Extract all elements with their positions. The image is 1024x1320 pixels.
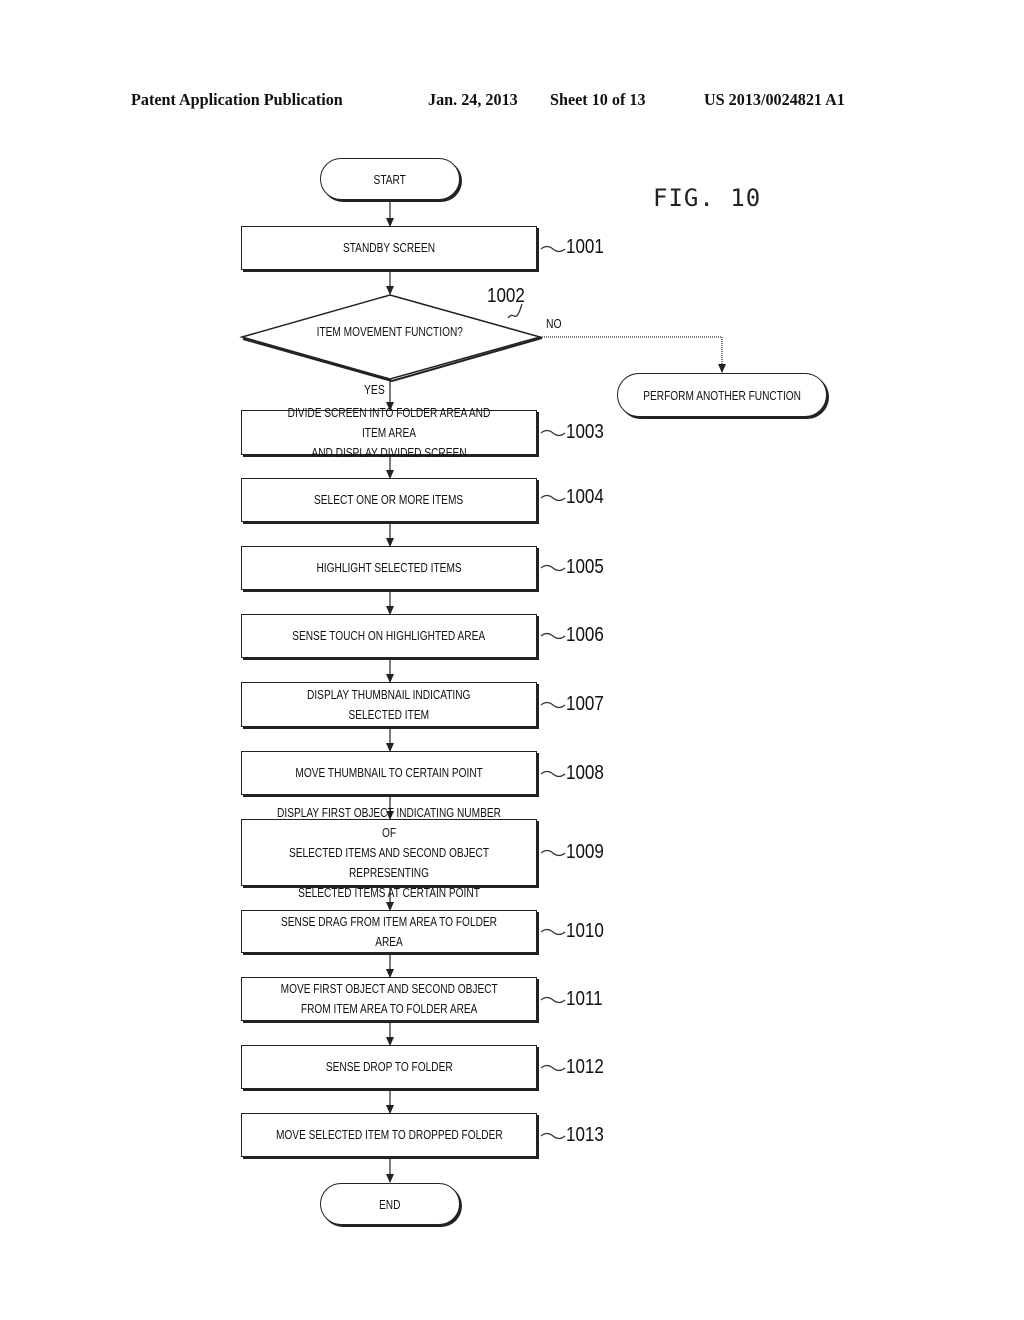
step-1008: MOVE THUMBNAIL TO CERTAIN POINT — [241, 751, 537, 795]
step-ref-1011: 1011 — [566, 988, 603, 1010]
arrowhead — [718, 364, 726, 373]
perform-another-function-terminal: PERFORM ANOTHER FUNCTION — [617, 373, 827, 417]
step-ref-1002: 1002 — [487, 285, 525, 307]
end-terminal: END — [320, 1183, 460, 1225]
leader-1005 — [540, 564, 566, 572]
step-1009: DISPLAY FIRST OBJECT INDICATING NUMBER O… — [241, 805, 537, 900]
step-1001: STANDBY SCREEN — [241, 226, 537, 270]
step-1007: DISPLAY THUMBNAIL INDICATING SELECTED IT… — [241, 682, 537, 727]
step-ref-1012: 1012 — [566, 1056, 604, 1078]
arrowhead — [386, 286, 394, 295]
step-ref-1003: 1003 — [566, 421, 604, 443]
leader-1006 — [540, 632, 566, 640]
leader-1001 — [540, 245, 566, 253]
step-ref-1010: 1010 — [566, 920, 604, 942]
leader-1011 — [540, 996, 566, 1004]
step-1004: SELECT ONE OR MORE ITEMS — [241, 478, 537, 522]
step-1006: SENSE TOUCH ON HIGHLIGHTED AREA — [241, 614, 537, 658]
step-1011: MOVE FIRST OBJECT AND SECOND OBJECT FROM… — [241, 977, 537, 1021]
leader-1009 — [540, 849, 566, 857]
leader-1012 — [540, 1064, 566, 1072]
step-ref-1001: 1001 — [566, 236, 604, 258]
step-ref-1013: 1013 — [566, 1124, 604, 1146]
leader-1003 — [540, 429, 566, 437]
leader-1004 — [540, 494, 566, 502]
no-label: NO — [546, 316, 562, 331]
leader-1008 — [540, 770, 566, 778]
step-1003: DIVIDE SCREEN INTO FOLDER AREA AND ITEM … — [241, 405, 537, 460]
yes-label: YES — [364, 382, 385, 397]
step-ref-1004: 1004 — [566, 486, 604, 508]
step-1013: MOVE SELECTED ITEM TO DROPPED FOLDER — [241, 1113, 537, 1157]
step-1010: SENSE DRAG FROM ITEM AREA TO FOLDER AREA — [241, 910, 537, 953]
step-ref-1007: 1007 — [566, 693, 604, 715]
step-ref-1008: 1008 — [566, 762, 604, 784]
step-1005: HIGHLIGHT SELECTED ITEMS — [241, 546, 537, 590]
leader-1010 — [540, 928, 566, 936]
step-1012: SENSE DROP TO FOLDER — [241, 1045, 537, 1089]
step-ref-1009: 1009 — [566, 841, 604, 863]
arrow-no-branch — [540, 336, 723, 372]
start-terminal: START — [320, 158, 460, 200]
step-ref-1006: 1006 — [566, 624, 604, 646]
arrowhead — [386, 1174, 394, 1183]
leader-1007 — [540, 701, 566, 709]
leader-1013 — [540, 1132, 566, 1140]
step-ref-1005: 1005 — [566, 556, 604, 578]
decision-text: ITEM MOVEMENT FUNCTION? — [316, 324, 464, 339]
